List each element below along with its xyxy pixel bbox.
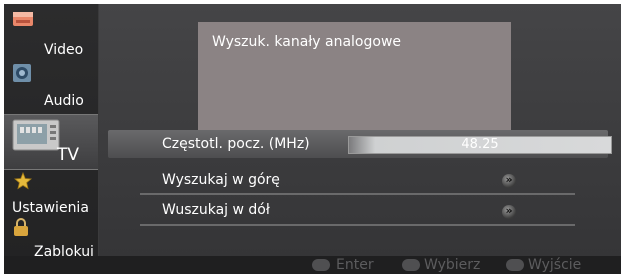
sidebar-item-audio[interactable]: Audio	[4, 59, 98, 114]
start-frequency-row[interactable]: Częstotl. pocz. (MHz) 48.25	[108, 130, 612, 158]
ok-button-icon	[312, 259, 330, 271]
tv-icon	[12, 119, 60, 157]
sidebar: Video Audio TV Ustawienia Zablokuj	[4, 4, 99, 260]
star-icon	[14, 171, 32, 194]
info-panel: Wyszuk. kanały analogowe	[198, 22, 511, 140]
search-up-row[interactable]: Wyszukaj w górę	[108, 160, 608, 190]
sidebar-item-label: Video	[44, 42, 84, 58]
enter-hint: Enter	[336, 257, 374, 273]
footer-bar: Enter Wybierz Wyjście	[4, 256, 621, 274]
sidebar-item-video[interactable]: Video	[4, 4, 98, 59]
sidebar-item-label: Audio	[44, 93, 84, 109]
main-panel: Wyszuk. kanały analogowe Częstotl. pocz.…	[99, 4, 621, 256]
select-hint: Wybierz	[424, 257, 481, 273]
back-icon	[506, 259, 524, 271]
dpad-icon	[402, 259, 420, 271]
sidebar-item-settings[interactable]: Ustawienia	[4, 168, 98, 216]
row-separator	[140, 224, 575, 226]
audio-icon	[12, 63, 32, 87]
row-separator	[140, 193, 575, 195]
start-frequency-label: Częstotl. pocz. (MHz)	[162, 136, 310, 152]
tv-menu-frame: Video Audio TV Ustawienia Zablokuj Wyszu…	[4, 4, 621, 274]
search-down-label: Wuszukaj w dół	[162, 202, 270, 218]
sidebar-item-tv[interactable]: TV	[4, 114, 98, 170]
exit-hint: Wyjście	[528, 257, 582, 273]
forward-icon	[502, 173, 516, 188]
forward-icon	[502, 204, 516, 219]
lock-icon	[12, 217, 30, 241]
start-frequency-field[interactable]: 48.25	[348, 136, 612, 154]
sidebar-item-label: TV	[57, 145, 80, 165]
search-down-row[interactable]: Wuszukaj w dół	[108, 196, 608, 226]
search-up-label: Wyszukaj w górę	[162, 172, 280, 188]
video-icon	[12, 10, 34, 32]
sidebar-item-lock[interactable]: Zablokuj	[4, 208, 98, 260]
start-frequency-value: 48.25	[461, 137, 499, 152]
panel-title: Wyszuk. kanały analogowe	[212, 34, 402, 50]
